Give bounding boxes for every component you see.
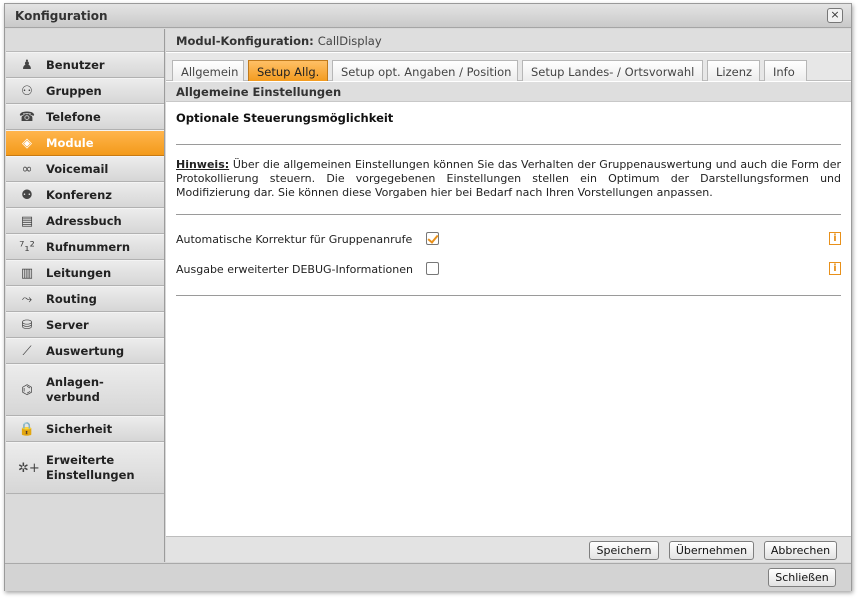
sidebar-item-erweiterte-einstellungen[interactable]: ✲+ Erweiterte Einstellungen xyxy=(6,442,164,494)
user-icon: ♟ xyxy=(21,57,33,73)
network-icon: ⌬ xyxy=(21,382,33,398)
divider xyxy=(176,295,841,296)
cancel-button[interactable]: Abbrechen xyxy=(764,541,837,560)
sidebar-item-label: Module xyxy=(46,135,94,150)
sidebar-item-label: Anlagen- verbund xyxy=(46,375,104,404)
voicemail-icon: ∞ xyxy=(21,161,33,177)
addressbook-icon: ▤ xyxy=(20,213,34,229)
sidebar-item-telefone[interactable]: ☎ Telefone xyxy=(6,104,164,130)
action-bar: Speichern Übernehmen Abbrechen xyxy=(166,536,851,562)
sidebar-item-benutzer[interactable]: ♟ Benutzer xyxy=(6,52,164,78)
tab-setup-opt-angaben[interactable]: Setup opt. Angaben / Position xyxy=(332,60,518,81)
module-name: CallDisplay xyxy=(317,34,382,48)
main-panel: Modul-Konfiguration: CallDisplay Allgemei… xyxy=(166,29,851,562)
sidebar-item-label: Sicherheit xyxy=(46,421,113,436)
apply-button[interactable]: Übernehmen xyxy=(669,541,754,560)
sidebar-item-label: Erweiterte Einstellungen xyxy=(46,453,135,482)
module-header: Modul-Konfiguration: CallDisplay xyxy=(166,29,851,52)
option-label: Automatische Korrektur für Gruppenanrufe xyxy=(176,233,413,246)
tab-lizenz[interactable]: Lizenz xyxy=(707,60,760,81)
sidebar-item-auswertung[interactable]: ⟋ Auswertung xyxy=(6,338,164,364)
close-window-icon[interactable]: × xyxy=(827,8,843,23)
module-icon: ◈ xyxy=(22,135,32,151)
sidebar: ♟ Benutzer ⚇ Gruppen ☎ Telefone ◈ Module ∞ Voicem… xyxy=(6,29,165,562)
configuration-window: Konfiguration × ♟ Benutzer ⚇ Gruppen ☎ Telefo… xyxy=(4,3,852,591)
advanced-settings-icon: ✲+ xyxy=(18,460,40,476)
save-button[interactable]: Speichern xyxy=(589,541,659,560)
info-icon[interactable]: i xyxy=(829,262,841,275)
sidebar-item-leitungen[interactable]: ▥ Leitungen xyxy=(6,260,164,286)
hint-text: Über die allgemeinen Einstellungen könne… xyxy=(176,158,841,199)
sidebar-item-label: Routing xyxy=(46,291,97,306)
sidebar-item-label: Voicemail xyxy=(46,161,109,176)
lines-icon: ▥ xyxy=(20,265,34,281)
divider xyxy=(176,214,841,215)
sidebar-item-label: Konferenz xyxy=(46,187,112,202)
debug-checkbox[interactable] xyxy=(426,262,439,275)
sidebar-item-label: Adressbuch xyxy=(46,213,122,228)
tab-setup-allg[interactable]: Setup Allg. xyxy=(248,60,328,81)
phone-icon: ☎ xyxy=(18,109,36,125)
sidebar-item-routing[interactable]: ⤳ Routing xyxy=(6,286,164,312)
divider xyxy=(176,144,841,145)
sidebar-item-label: Gruppen xyxy=(46,83,102,98)
chart-icon: ⟋ xyxy=(22,343,32,359)
sidebar-item-konferenz[interactable]: ⚉ Konferenz xyxy=(6,182,164,208)
routing-icon: ⤳ xyxy=(21,291,33,307)
sidebar-header xyxy=(6,29,164,52)
sidebar-item-label: Auswertung xyxy=(46,343,125,358)
tab-bar: Allgemein Setup Allg. Setup opt. Angaben… xyxy=(166,53,851,81)
numbers-icon: ⁷₁² xyxy=(19,239,35,255)
auto-correction-checkbox[interactable] xyxy=(426,232,439,245)
sidebar-item-label: Telefone xyxy=(46,109,101,124)
option-row-auto-correction: Automatische Korrektur für Gruppenanrufe… xyxy=(176,231,841,249)
info-icon[interactable]: i xyxy=(829,232,841,245)
sidebar-item-server[interactable]: ⛁ Server xyxy=(6,312,164,338)
sidebar-item-label: Server xyxy=(46,317,89,332)
module-header-key: Modul-Konfiguration: xyxy=(176,34,314,48)
sidebar-item-anlagen-verbund[interactable]: ⌬ Anlagen- verbund xyxy=(6,364,164,416)
sidebar-item-adressbuch[interactable]: ▤ Adressbuch xyxy=(6,208,164,234)
conference-icon: ⚉ xyxy=(21,187,33,203)
window-footer: Schließen xyxy=(5,563,851,591)
section-title: Allgemeine Einstellungen xyxy=(166,82,851,102)
sidebar-item-module[interactable]: ◈ Module xyxy=(6,130,164,156)
tab-info[interactable]: Info xyxy=(764,60,807,81)
sidebar-item-sicherheit[interactable]: 🔒 Sicherheit xyxy=(6,416,164,442)
hint-keyword: Hinweis: xyxy=(176,158,230,171)
sidebar-item-label: Leitungen xyxy=(46,265,112,280)
tab-setup-vorwahl[interactable]: Setup Landes- / Ortsvorwahl xyxy=(522,60,703,81)
settings-subtitle: Optionale Steuerungsmöglichkeit xyxy=(176,111,394,125)
option-row-debug: Ausgabe erweiterter DEBUG-Informationen … xyxy=(176,261,841,279)
sidebar-item-rufnummern[interactable]: ⁷₁² Rufnummern xyxy=(6,234,164,260)
group-icon: ⚇ xyxy=(21,83,33,99)
tab-allgemein[interactable]: Allgemein xyxy=(172,60,244,81)
sidebar-nav: ♟ Benutzer ⚇ Gruppen ☎ Telefone ◈ Module ∞ Voicem… xyxy=(6,52,164,494)
sidebar-item-label: Rufnummern xyxy=(46,239,131,254)
sidebar-item-voicemail[interactable]: ∞ Voicemail xyxy=(6,156,164,182)
option-label: Ausgabe erweiterter DEBUG-Informationen xyxy=(176,263,413,276)
sidebar-empty-area xyxy=(6,495,164,562)
sidebar-item-label: Benutzer xyxy=(46,57,105,72)
title-bar: Konfiguration × xyxy=(5,4,851,28)
sidebar-item-gruppen[interactable]: ⚇ Gruppen xyxy=(6,78,164,104)
hint-paragraph: Hinweis: Über die allgemeinen Einstellun… xyxy=(176,158,841,200)
close-button[interactable]: Schließen xyxy=(768,568,836,587)
lock-icon: 🔒 xyxy=(18,421,36,437)
window-title: Konfiguration xyxy=(15,9,108,23)
server-icon: ⛁ xyxy=(21,317,33,333)
